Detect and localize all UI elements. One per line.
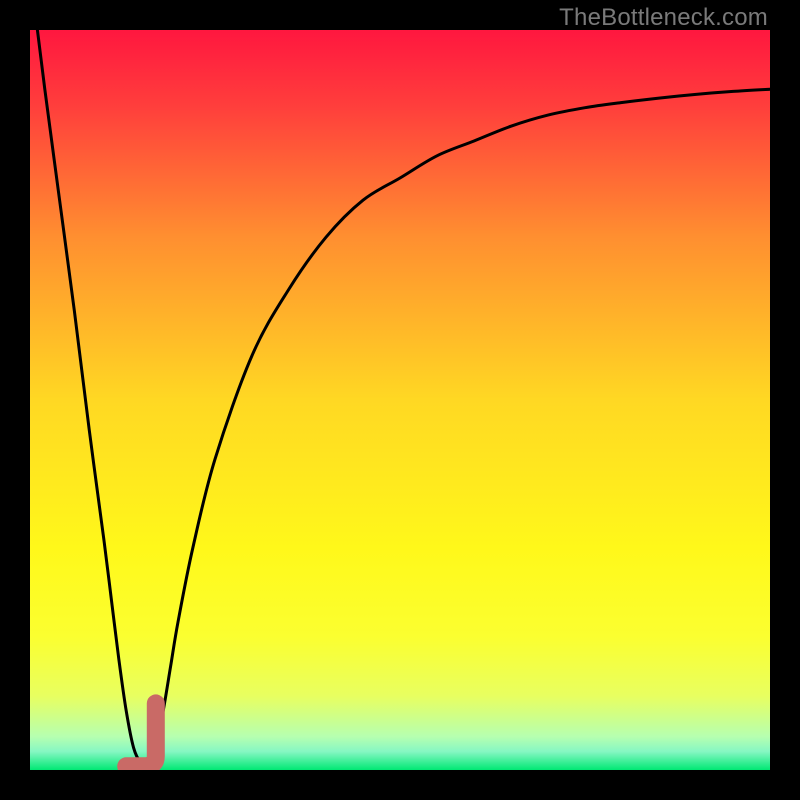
chart-frame: TheBottleneck.com xyxy=(0,0,800,800)
gradient-background xyxy=(30,30,770,770)
chart-svg xyxy=(30,30,770,770)
watermark-text: TheBottleneck.com xyxy=(559,4,768,32)
plot-area xyxy=(30,30,770,770)
